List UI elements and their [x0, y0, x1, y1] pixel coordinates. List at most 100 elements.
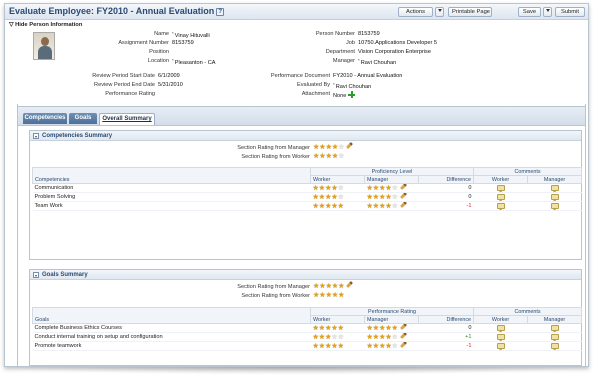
edit-pencil-icon[interactable]: [399, 192, 407, 199]
comment-icon[interactable]: [550, 184, 559, 192]
table-row: Problem Solving ★★★★★ ★★★★★ 0: [32, 192, 582, 202]
difference-value: -1: [418, 201, 474, 211]
assignment-number-label: Assignment Number: [118, 40, 169, 46]
column-header-comment-manager: Manager: [527, 315, 583, 324]
collapse-icon[interactable]: [33, 133, 39, 139]
review-end-value: 5/31/2010: [158, 82, 183, 88]
comment-icon[interactable]: [550, 202, 559, 210]
chevron-down-icon: [545, 9, 550, 12]
star-rating: ★★★★★: [313, 185, 344, 192]
printable-page-button[interactable]: Printable Page: [448, 7, 492, 17]
star-empty-icon: ★: [337, 333, 344, 341]
comment-icon[interactable]: [496, 333, 505, 341]
job-value: 10750.Applications Developer 5: [358, 40, 437, 46]
edit-pencil-icon[interactable]: [399, 183, 407, 190]
page-title: Evaluate Employee: FY2010 - Annual Evalu…: [9, 6, 225, 16]
avatar-head: [41, 37, 49, 46]
location-value-text: Pleasanton - CA: [174, 60, 216, 66]
save-dropdown-button[interactable]: [543, 7, 552, 17]
performance-document-value: FY2010 - Annual Evaluation: [333, 73, 403, 79]
location-value: *Pleasanton - CA: [172, 58, 216, 66]
goals-manager-rating: ★★★★★: [313, 280, 354, 290]
goal-name: Complete Business Ethics Courses: [32, 323, 311, 333]
star-rating: ★★★★★: [367, 334, 398, 341]
name-value-text: Vinay Hituvalli: [174, 33, 210, 39]
comment-icon[interactable]: [496, 342, 505, 350]
manager-rating: ★★★★★: [364, 183, 419, 193]
edit-pencil-icon[interactable]: [399, 332, 407, 339]
comment-icon[interactable]: [496, 202, 505, 210]
required-icon: *: [172, 31, 174, 36]
comment-icon[interactable]: [550, 342, 559, 350]
table-row: Communication ★★★★★ ★★★★★ 0: [32, 183, 582, 193]
star-empty-icon: ★: [391, 193, 398, 201]
tab-overall-summary[interactable]: Overall Summary: [99, 113, 155, 125]
table-row: Promote teamwork ★★★★★ ★★★★★ -1: [32, 341, 582, 351]
column-group-comments: Comments: [473, 167, 582, 176]
column-header-manager: Manager: [364, 175, 419, 184]
competency-name: Communication: [32, 183, 311, 193]
comment-icon[interactable]: [496, 324, 505, 332]
comment-icon[interactable]: [550, 324, 559, 332]
add-attachment-icon[interactable]: [348, 91, 356, 98]
edit-pencil-icon[interactable]: [399, 323, 407, 330]
star-empty-icon: ★: [338, 144, 345, 151]
attachment-label: Attachment: [301, 91, 330, 97]
save-button[interactable]: Save: [518, 7, 541, 17]
collapse-icon[interactable]: [33, 272, 39, 278]
comment-icon[interactable]: [550, 193, 559, 201]
comment-icon[interactable]: [550, 333, 559, 341]
goals-summary-section: Goals Summary Section Rating from Manage…: [29, 269, 583, 366]
edit-pencil-icon[interactable]: [399, 201, 407, 208]
manager-comment: [527, 332, 582, 342]
manager-rating: ★★★★★: [364, 332, 419, 342]
name-value: *Vinay Hituvalli: [172, 31, 210, 39]
column-header-worker: Worker: [310, 175, 365, 184]
star-empty-icon: ★: [391, 202, 398, 210]
star-empty-icon: ★: [337, 184, 344, 192]
person-number-label: Person Number: [315, 31, 355, 37]
manager-rating: ★★★★★: [364, 341, 419, 351]
review-end-label: Review Period End Date: [94, 82, 155, 88]
column-header-comment-worker: Worker: [473, 175, 528, 184]
star-empty-icon: ★: [391, 184, 398, 192]
edit-pencil-icon[interactable]: [399, 341, 407, 348]
tab-competencies[interactable]: Competencies: [23, 113, 67, 124]
evaluated-by-value: *Ravi Chouhan: [333, 82, 371, 90]
hide-person-info-toggle[interactable]: ▽ Hide Person Information: [9, 22, 82, 28]
goals-manager-rating-label: Section Rating from Manager: [237, 284, 310, 290]
star-filled-icon: ★: [337, 202, 344, 210]
edit-pencil-icon[interactable]: [346, 280, 354, 289]
goal-name: Promote teamwork: [32, 341, 311, 351]
competencies-summary-section: Competencies Summary Section Rating from…: [29, 130, 582, 260]
manager-comment: [527, 323, 582, 333]
edit-pencil-icon[interactable]: [346, 141, 354, 150]
submit-button[interactable]: Submit: [555, 7, 585, 17]
evaluation-window: Evaluate Employee: FY2010 - Annual Evalu…: [4, 3, 589, 367]
star-rating: ★★★★★: [367, 203, 398, 210]
difference-value: 0: [418, 323, 474, 333]
goals-summary-header: Goals Summary: [30, 270, 581, 280]
performance-document-label: Performance Document: [270, 73, 330, 79]
comment-icon[interactable]: [496, 193, 505, 201]
manager-label: Manager: [332, 58, 355, 64]
worker-rating: ★★★★★: [310, 192, 365, 202]
competencies-manager-rating: ★★★★★: [313, 141, 354, 151]
difference-value: 0: [418, 183, 474, 193]
required-icon: *: [333, 82, 335, 87]
worker-rating: ★★★★★: [310, 201, 365, 211]
tab-goals[interactable]: Goals: [69, 113, 97, 124]
column-header-comment-manager: Manager: [527, 175, 582, 184]
star-empty-icon: ★: [337, 193, 344, 201]
star-filled-icon: ★: [391, 324, 398, 332]
actions-button[interactable]: Actions: [398, 7, 433, 17]
difference-value: 0: [418, 192, 474, 202]
help-icon[interactable]: ?: [216, 8, 225, 16]
star-rating: ★★★★★: [313, 153, 344, 160]
worker-comment: [473, 201, 528, 211]
manager-comment: [527, 192, 582, 202]
page-title-text: Evaluate Employee: FY2010 - Annual Evalu…: [9, 6, 215, 16]
actions-dropdown-button[interactable]: [435, 7, 444, 17]
comment-icon[interactable]: [496, 184, 505, 192]
worker-comment: [473, 192, 528, 202]
